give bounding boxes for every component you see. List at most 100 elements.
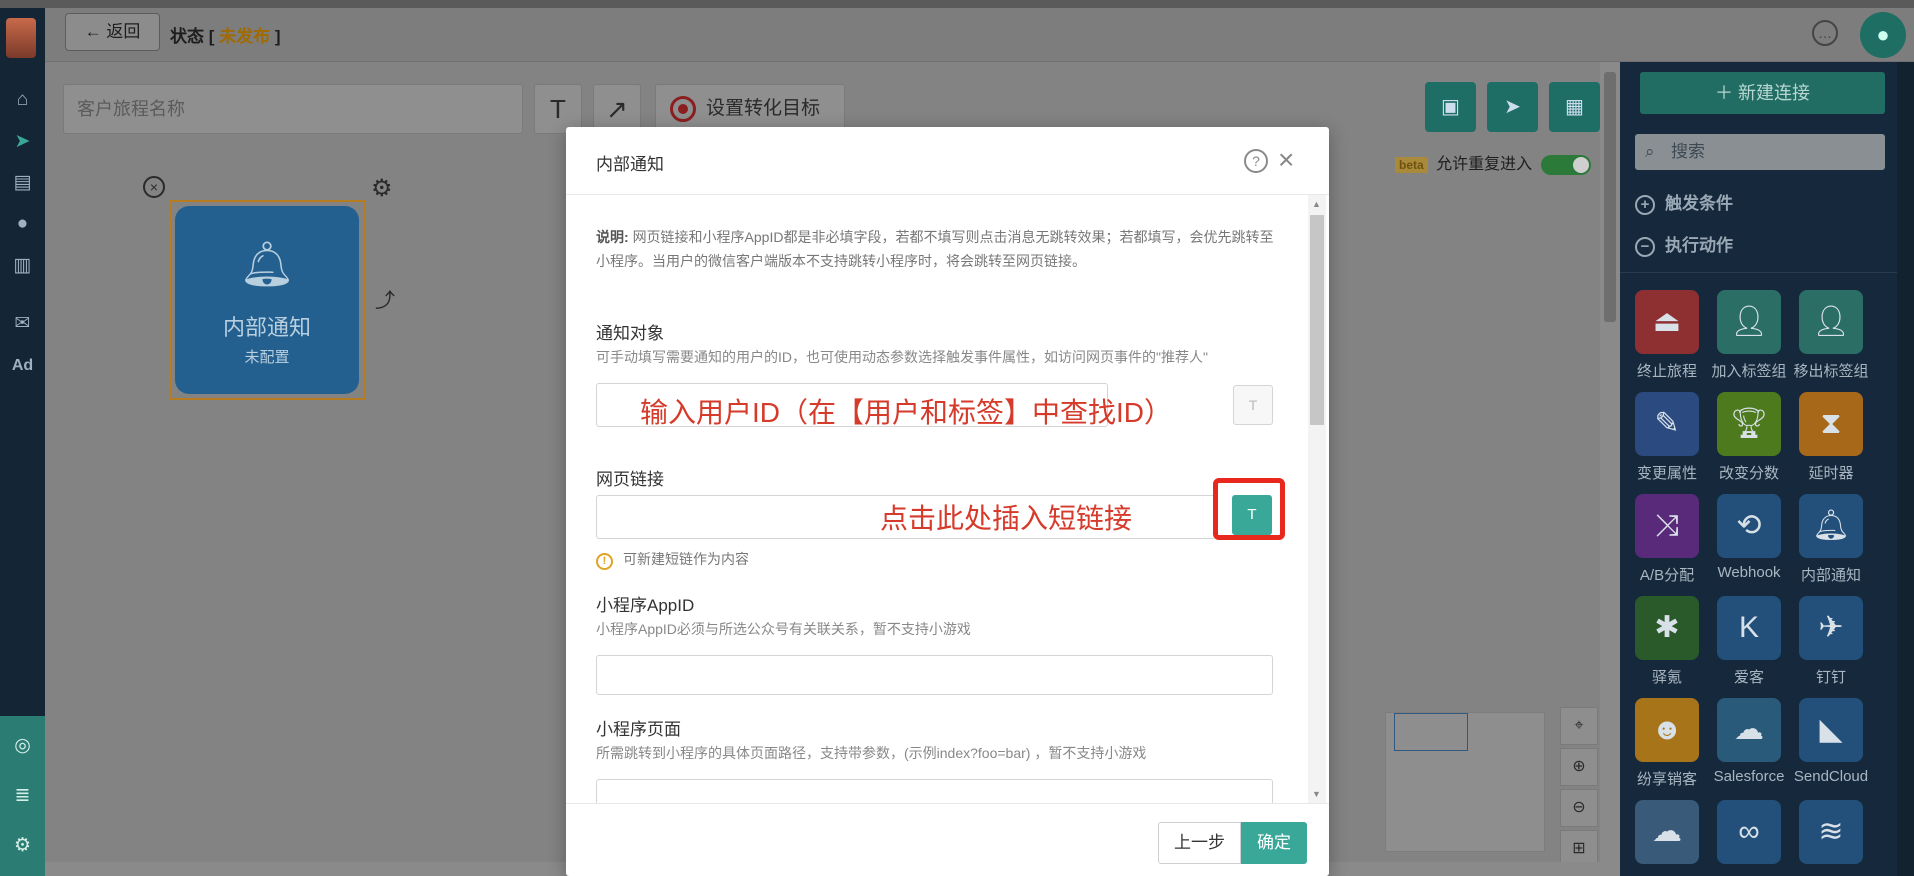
action-item[interactable]: ☻ 纷享销客 [1622, 698, 1712, 789]
confirm-button[interactable]: 确定 [1241, 822, 1307, 864]
journey-name-input[interactable]: 客户旅程名称 [63, 84, 523, 134]
eject-icon: ⏏ [1635, 290, 1699, 354]
action-item[interactable]: ◣ SendCloud [1786, 698, 1876, 785]
action-item-label: 延时器 [1808, 465, 1854, 482]
page-input[interactable] [596, 779, 1273, 803]
node-connector-icon[interactable]: ⤴ [375, 284, 395, 313]
zoom-in-icon[interactable]: ⊕ [1560, 748, 1598, 786]
dialog-scrollbar[interactable]: ▲ ▼ [1308, 195, 1326, 803]
panel-scrollbar[interactable] [1897, 62, 1914, 876]
prev-step-button[interactable]: 上一步 [1158, 822, 1241, 864]
save-icon[interactable]: ▣ [1425, 82, 1476, 132]
scroll-down-icon[interactable]: ▼ [1312, 789, 1321, 799]
k-icon: K [1717, 596, 1781, 660]
target-help: 可手动填写需要通知的用户的ID，也可使用动态参数选择触发事件属性，如访问网页事件… [596, 349, 1208, 365]
user-icon[interactable]: ● [0, 204, 45, 244]
action-item[interactable]: 👤︎ 加入标签组 [1704, 290, 1794, 381]
action-item[interactable]: ☁ [1622, 800, 1712, 870]
node-card[interactable]: 🔔︎ 内部通知 未配置 [175, 206, 359, 394]
action-item[interactable]: ⧗ 延时器 [1786, 392, 1876, 483]
expand-icon: + [1635, 194, 1655, 215]
action-item[interactable]: ✎ 变更属性 [1622, 392, 1712, 483]
appid-input[interactable] [596, 655, 1273, 695]
action-item[interactable]: ✈ 钉钉 [1786, 596, 1876, 687]
avatar[interactable]: ● [1860, 12, 1906, 58]
status-value: 未发布 [219, 27, 271, 46]
help-icon[interactable]: ? [1244, 149, 1268, 173]
minimap[interactable] [1385, 712, 1545, 852]
zoom-out-icon[interactable]: ⊖ [1560, 789, 1598, 827]
action-item[interactable]: 👤︎ 移出标签组 [1786, 290, 1876, 381]
chat-bubble-icon[interactable]: … [1812, 20, 1838, 46]
action-item[interactable]: ✱ 驿氪 [1622, 596, 1712, 687]
note-text: 网页链接和小程序AppID都是非必填字段，若都不填写则点击消息无跳转效果；若都填… [596, 229, 1274, 269]
node-delete-icon[interactable]: × [143, 176, 165, 198]
canvas-scroll-thumb[interactable] [1604, 72, 1616, 322]
beta-badge: beta [1395, 157, 1428, 173]
ad-icon[interactable]: Ad [0, 346, 45, 386]
action-item-label: 加入标签组 [1711, 363, 1787, 380]
action-item[interactable]: ≋ [1786, 800, 1876, 870]
section-actions[interactable]: − 执行动作 [1635, 232, 1733, 260]
action-item-label: 驿氪 [1651, 669, 1682, 686]
publish-icon[interactable]: ➤ [1487, 82, 1538, 132]
dialog-scroll-thumb[interactable] [1310, 215, 1324, 425]
insert-shortlink-icon[interactable]: T [1232, 495, 1272, 535]
node-title: 内部通知 [222, 315, 311, 340]
brand-icon: ≋ [1799, 800, 1863, 864]
status-suffix: ] [270, 27, 281, 46]
home-icon[interactable]: ⌂ [0, 80, 45, 120]
layout-toggle-icon[interactable]: ▦ [1549, 82, 1600, 132]
note-label: 说明: [596, 229, 629, 245]
action-item-label: 纷享销客 [1636, 771, 1697, 788]
action-item[interactable]: 🔔︎ 内部通知 [1786, 494, 1876, 585]
status-prefix: 状态 [ [170, 27, 220, 46]
back-button[interactable]: ← 返回 [65, 13, 160, 51]
wechat-icon[interactable]: ✉ [0, 304, 45, 344]
section-actions-label: 执行动作 [1665, 236, 1733, 255]
dingtalk-icon: ✈ [1799, 596, 1863, 660]
bell-icon: 🔔︎ [1799, 494, 1863, 558]
minimap-viewport[interactable] [1394, 713, 1468, 751]
action-item-label: SendCloud [1793, 768, 1869, 785]
action-item[interactable]: ⟲ Webhook [1704, 494, 1794, 581]
server-icon[interactable]: ≣ [0, 776, 45, 816]
bell-icon: 🔔︎ [239, 240, 295, 289]
scroll-up-icon[interactable]: ▲ [1312, 199, 1321, 209]
action-item[interactable]: 🏆︎ 改变分数 [1704, 392, 1794, 483]
canvas-vertical-scrollbar[interactable] [1600, 62, 1620, 862]
action-item[interactable]: ∞ [1704, 800, 1794, 870]
allow-reentry-toggle[interactable] [1540, 154, 1591, 175]
gear-icon[interactable]: ⚙ [0, 826, 45, 866]
link-cloud-icon: ∞ [1717, 800, 1781, 864]
support-icon[interactable]: ◎ [0, 726, 45, 766]
action-item[interactable]: ⤨ A/B分配 [1622, 494, 1712, 585]
insert-param-icon[interactable]: T [1233, 385, 1273, 425]
status-label: 状态 [ 未发布 ] [170, 22, 281, 47]
page-help: 所需跳转到小程序的具体页面路径，支持带参数，(示例index?foo=bar) … [596, 745, 1147, 761]
dialog-body: 说明: 网页链接和小程序AppID都是非必填字段，若都不填写则点击消息无跳转效果… [566, 195, 1329, 803]
layout-icon[interactable]: ▤ [0, 163, 45, 203]
action-item-label: 钉钉 [1815, 669, 1846, 686]
send-icon[interactable]: ➤ [0, 122, 45, 162]
page-label: 小程序页面 [596, 720, 681, 739]
action-item[interactable]: ⏏ 终止旅程 [1622, 290, 1712, 381]
window-top-strip [0, 0, 1914, 8]
section-triggers[interactable]: + 触发条件 [1635, 190, 1733, 218]
node-settings-icon[interactable]: ⚙ [371, 174, 393, 203]
new-connection-button[interactable]: ＋ 新建连接 [1640, 72, 1885, 114]
close-icon[interactable]: × [1278, 142, 1294, 178]
panel-search-input[interactable]: ⌕ 搜索 [1635, 134, 1885, 170]
journey-node[interactable]: 🔔︎ 内部通知 未配置 [169, 200, 365, 400]
locate-icon[interactable]: ⌖ [1560, 707, 1598, 745]
plus-icon: ＋ [1714, 83, 1733, 103]
appid-label: 小程序AppID [596, 596, 695, 615]
cloud-icon: ☁ [1635, 800, 1699, 864]
user-minus-icon: 👤︎ [1799, 290, 1863, 354]
action-item[interactable]: ☁ Salesforce [1704, 698, 1794, 785]
info-icon: ! [596, 553, 613, 570]
chart-icon[interactable]: ▥ [0, 246, 45, 286]
action-item[interactable]: K 爱客 [1704, 596, 1794, 687]
split-icon: ⤨ [1635, 494, 1699, 558]
new-connection-label: 新建连接 [1738, 83, 1810, 103]
